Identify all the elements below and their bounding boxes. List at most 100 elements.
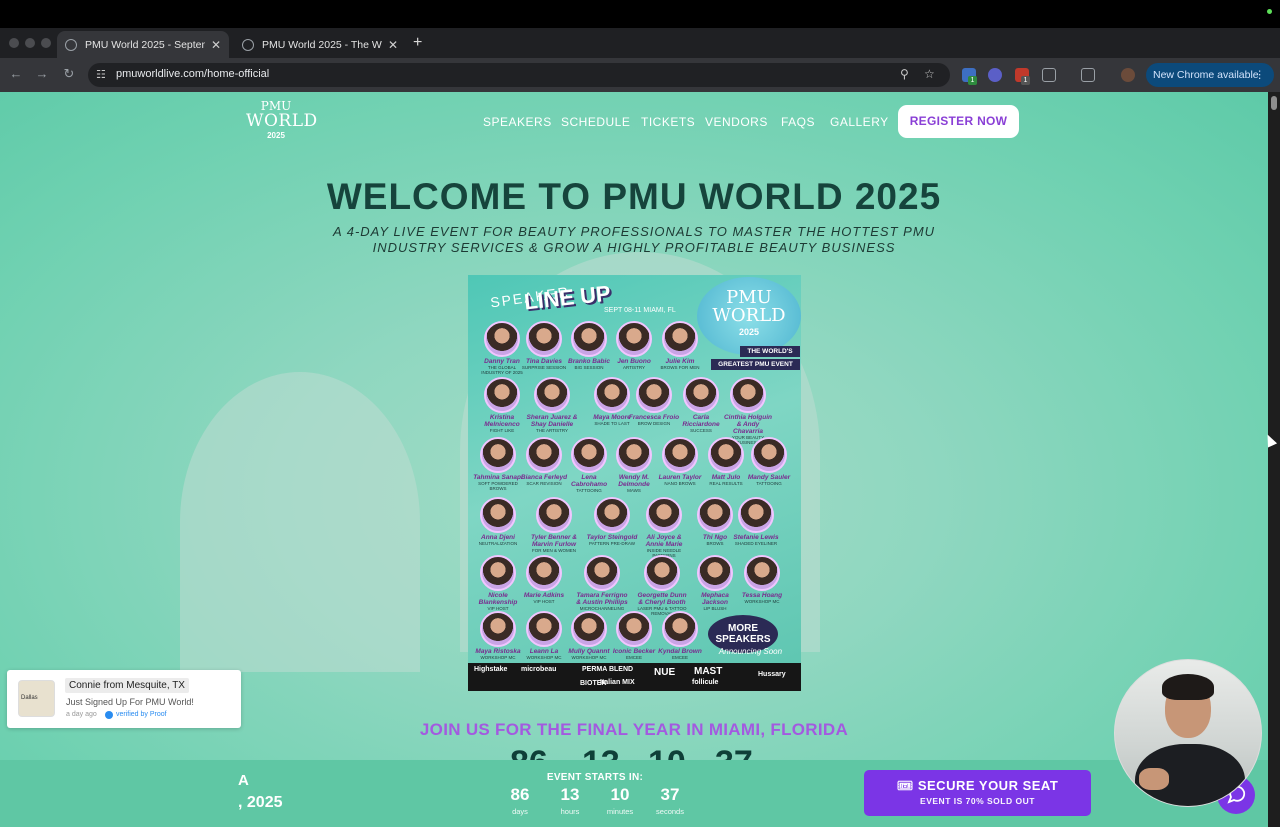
speaker-card: Stefanie Lewis SHADED EYELINER (730, 497, 782, 546)
presenter-hand (1139, 768, 1169, 790)
speaker-photo (697, 555, 733, 591)
badge-line2: WORLD (712, 305, 786, 326)
speaker-photo (616, 437, 652, 473)
speaker-name: Tyler Benner & Marvin Furlow (531, 534, 577, 548)
speaker-name: Ali Joyce & Annie Marie (645, 534, 683, 548)
speaker-card: Tyler Benner & Marvin Furlow FOR MEN & WO… (528, 497, 580, 553)
tab-pmu-world-september[interactable]: PMU World 2025 - Septembe ✕ (57, 31, 229, 58)
speaker-photo (616, 321, 652, 357)
url-text: pmuworldlive.com/home-official (116, 68, 270, 80)
scrollbar-thumb[interactable] (1271, 96, 1277, 110)
profile-avatar[interactable] (1121, 68, 1135, 82)
speaker-role: FOR MEN & WOMEN (532, 548, 576, 553)
countdown-value: 86 (510, 785, 530, 804)
speaker-name: Maya Ristoska (475, 648, 521, 655)
logo-line2: WORLD (246, 111, 318, 131)
signup-notification-toast[interactable]: Dallas Connie from Mesquite, TX Just Sig… (7, 670, 241, 728)
event-starts-label: EVENT STARTS IN: (546, 772, 644, 783)
close-tab-icon[interactable]: ✕ (211, 38, 221, 52)
speaker-photo (536, 497, 572, 533)
speaker-photo (594, 497, 630, 533)
toast-what: Just Signed Up For PMU World! (66, 697, 194, 707)
speaker-card: Ali Joyce & Annie MarieINSIDE NEEDLE PAT… (638, 497, 690, 558)
speaker-name: Julie Kim (665, 358, 695, 365)
speaker-card: Mephaca Jackson LIP BLUSH (689, 555, 741, 611)
reload-icon[interactable]: ↻ (61, 66, 77, 82)
speaker-name: Kyndal Brown (658, 648, 702, 655)
window-close-icon[interactable] (9, 38, 19, 48)
secure-your-seat-button[interactable]: 🎟 SECURE YOUR SEAT EVENT IS 70% SOLD OUT (864, 770, 1091, 816)
nav-vendors[interactable]: VENDORS (705, 115, 768, 129)
speaker-name: Stefanie Lewis (733, 534, 779, 541)
speaker-photo (697, 497, 733, 533)
extension-icon[interactable] (988, 68, 1002, 82)
speaker-photo (683, 377, 719, 413)
speaker-photo (594, 377, 630, 413)
nav-schedule[interactable]: SCHEDULE (561, 115, 630, 129)
poster-tag-bottom: GREATEST PMU EVENT (711, 359, 800, 370)
forward-icon[interactable]: → (34, 66, 50, 81)
window-zoom-icon[interactable] (41, 38, 51, 48)
pmu-world-logo[interactable]: PMU WORLD 2025 (246, 100, 318, 140)
webcam-overlay (1114, 659, 1262, 807)
verified-by-proof-link[interactable]: verified by Proof (116, 711, 167, 718)
speaker-name: Georgette Dunn & Cheryl Booth (637, 592, 687, 606)
extension-badge: 1 (968, 76, 977, 85)
page-scrollbar[interactable] (1268, 92, 1280, 827)
speaker-role: SOFT POWDERED BROWS (478, 481, 518, 491)
speaker-photo (738, 497, 774, 533)
logo-year: 2025 (267, 131, 285, 140)
poster-date-location: SEPT 08-11 MIAMI, FL (604, 307, 676, 314)
verified-check-icon (105, 711, 113, 719)
bookmark-star-icon[interactable]: ☆ (924, 67, 935, 81)
new-chrome-available-button[interactable]: New Chrome available ⋮ (1146, 63, 1274, 87)
nav-speakers[interactable]: SPEAKERS (483, 115, 552, 129)
speaker-photo (662, 437, 698, 473)
site-favicon-icon (242, 38, 254, 51)
tab-pmu-world-the-world[interactable]: PMU World 2025 - The World ✕ (234, 31, 406, 58)
speaker-card: Tessa Hoang WORKSHOP MC (736, 555, 788, 604)
new-tab-icon[interactable]: + (413, 34, 422, 52)
countdown-value: 10 (610, 785, 630, 804)
kebab-menu-icon[interactable]: ⋮ (1255, 63, 1266, 87)
address-bar[interactable]: ☷ pmuworldlive.com/home-official ⚲ ☆ (88, 63, 950, 87)
speaker-photo (526, 321, 562, 357)
register-now-button[interactable]: REGISTER NOW (898, 105, 1019, 138)
badge-year: 2025 (738, 327, 760, 337)
speaker-card: Kristina Melnicenco FIGHT LIKE (476, 377, 528, 433)
speaker-card: Georgette Dunn & Cheryl Booth LASER PMU &… (636, 555, 688, 616)
tab-title: PMU World 2025 - The World (262, 38, 382, 51)
nav-tickets[interactable]: TICKETS (641, 115, 695, 129)
back-icon[interactable]: ← (8, 66, 24, 81)
speaker-card: Sheran Juarez & Shay Danielle THE ARTISTR… (526, 377, 578, 433)
speaker-role: WORKSHOP MC (744, 599, 780, 604)
poster-logo-badge: PMU WORLD 2025 (697, 277, 801, 355)
speaker-name: Marie Adkins (523, 592, 565, 599)
extensions-puzzle-icon[interactable] (1042, 68, 1056, 82)
speaker-role: BROWS FOR MEN (660, 365, 700, 370)
speaker-card: Jen Buono ARTISTRY (608, 321, 660, 370)
speaker-lineup-poster: SPEAKER LINE UP SEPT 08-11 MIAMI, FL PMU… (468, 275, 801, 691)
side-panel-icon[interactable] (1081, 68, 1095, 82)
site-info-icon[interactable]: ☷ (96, 68, 106, 81)
sold-out-label: EVENT IS 70% SOLD OUT (920, 796, 1035, 806)
window-minimize-icon[interactable] (25, 38, 35, 48)
nav-faqs[interactable]: FAQS (781, 115, 815, 129)
background-building (180, 372, 420, 672)
speaker-photo (662, 611, 698, 647)
join-us-heading: JOIN US FOR THE FINAL YEAR IN MIAMI, FLO… (419, 720, 849, 739)
site-favicon-icon (65, 38, 77, 51)
nav-gallery[interactable]: GALLERY (830, 115, 889, 129)
zoom-icon[interactable]: ⚲ (900, 67, 909, 81)
speaker-role: BROW DESIGN (637, 421, 671, 426)
close-tab-icon[interactable]: ✕ (388, 38, 398, 52)
ticket-icon: 🎟 (896, 778, 918, 793)
speaker-photo (534, 377, 570, 413)
speaker-photo (616, 611, 652, 647)
speaker-role: SUCCESS (690, 428, 712, 433)
speaker-photo (480, 611, 516, 647)
speaker-role: ARTISTRY (622, 365, 646, 370)
speaker-photo (526, 611, 562, 647)
speaker-photo (662, 321, 698, 357)
page-title: WELCOME TO PMU WORLD 2025 (326, 176, 942, 217)
